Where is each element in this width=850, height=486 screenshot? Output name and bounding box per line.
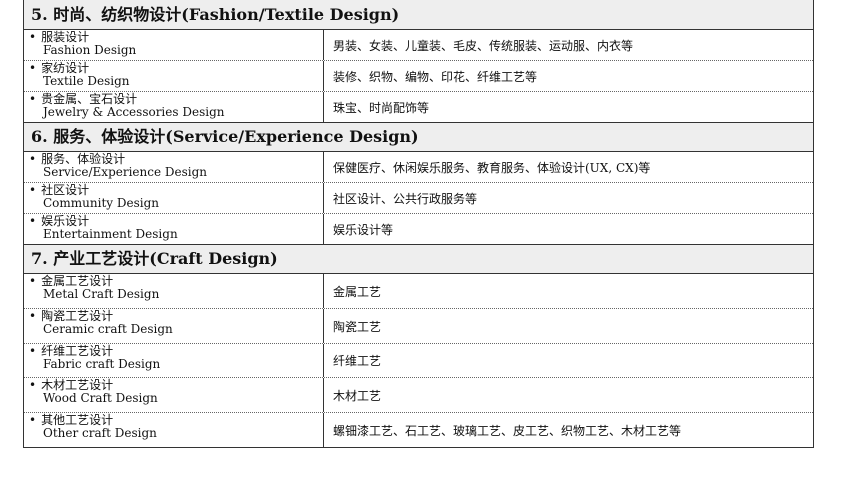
category-name-en: Textile Design	[43, 74, 130, 88]
table-row: 贵金属、宝石设计 Jewelry & Accessories Design 珠宝…	[24, 92, 813, 123]
category-description: 纤维工艺	[333, 354, 382, 368]
category-cell: 家纺设计 Textile Design	[24, 61, 324, 91]
category-cell: 娱乐设计 Entertainment Design	[24, 214, 324, 244]
category-description: 金属工艺	[333, 284, 382, 299]
category-description: 娱乐设计等	[333, 222, 394, 237]
category-cell: 社区设计 Community Design	[24, 183, 324, 213]
table-row: 其他工艺设计 Other craft Design 螺钿漆工艺、石工艺、玻璃工艺…	[24, 413, 813, 448]
category-description: 男装、女装、儿童装、毛皮、传统服装、运动服、内衣等	[333, 38, 634, 53]
category-cell: 木材工艺设计 Wood Craft Design	[24, 378, 324, 412]
category-description: 社区设计、公共行政服务等	[333, 191, 478, 206]
category-name-en: Other craft Design	[43, 426, 157, 440]
table-row: 金属工艺设计 Metal Craft Design 金属工艺	[24, 274, 813, 309]
design-category-table: 5. 时尚、纺织物设计(Fashion/Textile Design) 服装设计…	[23, 0, 814, 448]
category-cell: 服装设计 Fashion Design	[24, 30, 324, 60]
table-row: 纤维工艺设计 Fabric craft Design 纤维工艺	[24, 344, 813, 378]
category-description: 装修、织物、编物、印花、纤维工艺等	[333, 69, 538, 84]
table-row: 娱乐设计 Entertainment Design 娱乐设计等	[24, 214, 813, 245]
category-cell: 陶瓷工艺设计 Ceramic craft Design	[24, 309, 324, 343]
category-cell: 金属工艺设计 Metal Craft Design	[24, 274, 324, 308]
category-description: 螺钿漆工艺、石工艺、玻璃工艺、皮工艺、织物工艺、木材工艺等	[333, 423, 682, 438]
category-cell: 纤维工艺设计 Fabric craft Design	[24, 344, 324, 377]
table-row: 社区设计 Community Design 社区设计、公共行政服务等	[24, 183, 813, 214]
category-name-en: Jewelry & Accessories Design	[43, 105, 225, 119]
category-name-en: Service/Experience Design	[43, 165, 208, 179]
category-name-en: Fabric craft Design	[43, 357, 161, 371]
category-name-en: Fashion Design	[43, 43, 137, 57]
table-row: 服装设计 Fashion Design 男装、女装、儿童装、毛皮、传统服装、运动…	[24, 30, 813, 61]
category-description: 保健医疗、休闲娱乐服务、教育服务、体验设计(UX, CX)等	[333, 160, 651, 175]
category-name-en: Wood Craft Design	[43, 391, 158, 405]
category-name-en: Community Design	[43, 196, 160, 210]
category-description: 陶瓷工艺	[333, 319, 382, 334]
section-header: 5. 时尚、纺织物设计(Fashion/Textile Design)	[24, 0, 813, 30]
table-row: 木材工艺设计 Wood Craft Design 木材工艺	[24, 378, 813, 413]
category-name-en: Metal Craft Design	[43, 287, 160, 301]
category-description: 珠宝、时尚配饰等	[333, 100, 430, 115]
category-name-en: Ceramic craft Design	[43, 322, 173, 336]
category-name-en: Entertainment Design	[43, 227, 178, 241]
section-header: 6. 服务、体验设计(Service/Experience Design)	[24, 123, 813, 152]
table-row: 服务、体验设计 Service/Experience Design 保健医疗、休…	[24, 152, 813, 183]
category-cell: 服务、体验设计 Service/Experience Design	[24, 152, 324, 182]
category-cell: 其他工艺设计 Other craft Design	[24, 413, 324, 447]
table-row: 陶瓷工艺设计 Ceramic craft Design 陶瓷工艺	[24, 309, 813, 344]
table-row: 家纺设计 Textile Design 装修、织物、编物、印花、纤维工艺等	[24, 61, 813, 92]
category-description: 木材工艺	[333, 388, 382, 403]
category-cell: 贵金属、宝石设计 Jewelry & Accessories Design	[24, 92, 324, 122]
section-header: 7. 产业工艺设计(Craft Design)	[24, 245, 813, 274]
